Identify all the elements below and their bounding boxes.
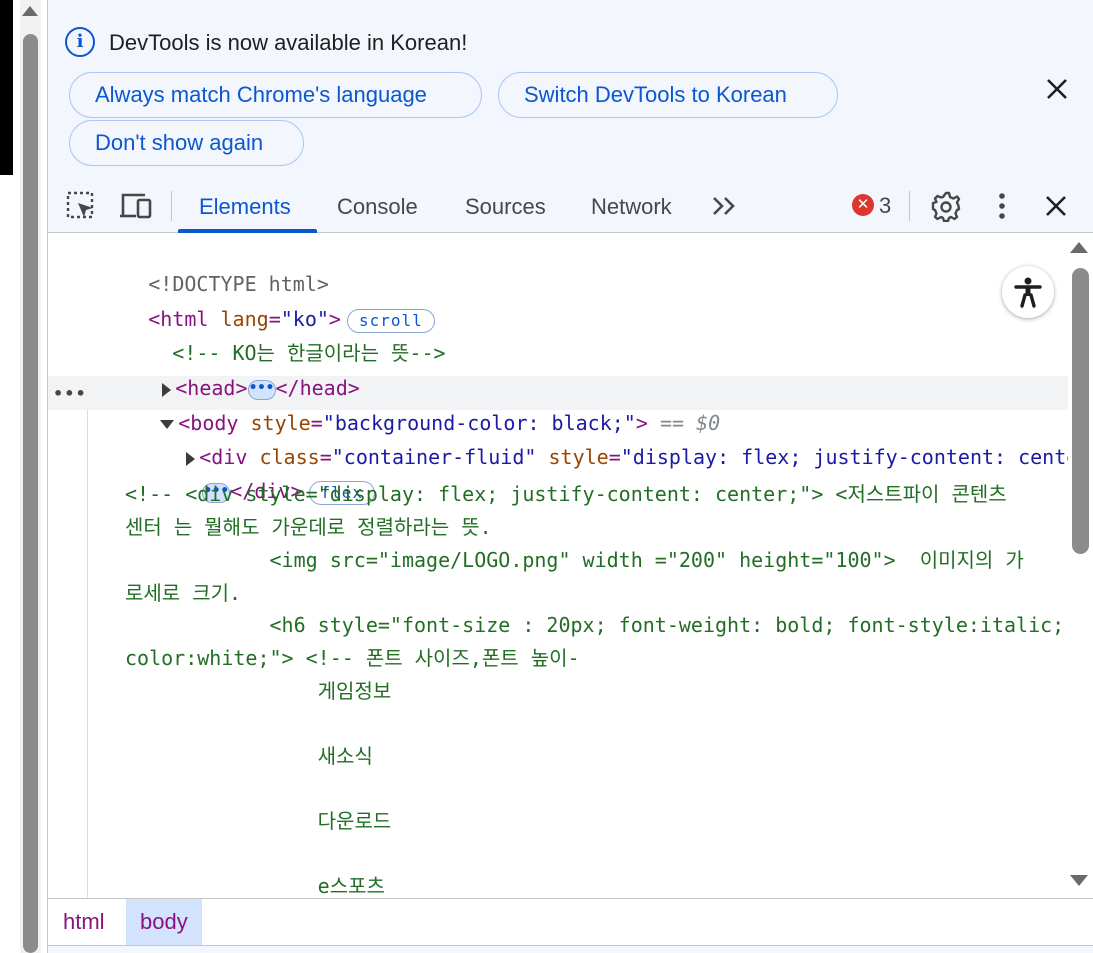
- page-scroll-thumb[interactable]: [23, 34, 38, 953]
- info-icon: i: [65, 27, 95, 57]
- comment-line[interactable]: <h6 style="font-size : 20px; font-weight…: [125, 610, 1064, 640]
- infobar-message: DevTools is now available in Korean!: [109, 30, 468, 55]
- gear-icon[interactable]: [930, 190, 962, 222]
- active-tab-indicator: [178, 229, 317, 233]
- body-node[interactable]: <body style="background-color: black;"> …: [88, 378, 720, 435]
- breadcrumb: html body: [48, 898, 1093, 946]
- tab-elements[interactable]: Elements: [199, 194, 291, 220]
- page-content-edge: [0, 0, 13, 175]
- error-count[interactable]: 3: [879, 193, 891, 219]
- page-viewport-edge: [0, 0, 47, 953]
- dont-show-again-button[interactable]: Don't show again: [69, 120, 304, 166]
- breadcrumb-body[interactable]: body: [126, 899, 202, 945]
- toolbar-separator: [171, 191, 172, 221]
- div-node-continued[interactable]: •••</div> flex: [130, 446, 376, 505]
- comment-line[interactable]: 다운로드: [125, 806, 392, 836]
- elements-tree[interactable]: ••• <!DOCTYPE html> <html lang="ko"> scro…: [48, 234, 1068, 898]
- comment-line[interactable]: <img src="image/LOGO.png" width ="200" h…: [125, 545, 1023, 575]
- comment-line[interactable]: 새소식: [125, 741, 373, 771]
- more-tabs-icon[interactable]: [712, 196, 738, 216]
- div-node[interactable]: <div class="container-fluid" style="disp…: [114, 412, 1068, 469]
- accessibility-tree-button[interactable]: [1002, 266, 1054, 318]
- kebab-menu-icon[interactable]: [992, 192, 1012, 220]
- comment-line[interactable]: 로세로 크기.: [125, 578, 241, 608]
- panel-bottom-edge: [48, 946, 1093, 953]
- close-icon[interactable]: [1044, 76, 1070, 102]
- tree-scroll-thumb[interactable]: [1072, 268, 1089, 554]
- error-icon[interactable]: ✕: [852, 194, 874, 216]
- page-scroll-up-icon[interactable]: [22, 6, 38, 16]
- tab-console[interactable]: Console: [337, 194, 418, 220]
- tab-sources[interactable]: Sources: [465, 194, 546, 220]
- doctype-node[interactable]: <!DOCTYPE html>: [76, 239, 329, 296]
- scroll-up-icon[interactable]: [1070, 242, 1088, 253]
- head-node[interactable]: <head>•••</head>: [90, 343, 360, 400]
- tree-indent-guide: [87, 410, 88, 898]
- html-node[interactable]: <html lang="ko"> scroll: [76, 274, 435, 333]
- node-actions-icon[interactable]: •••: [53, 384, 87, 403]
- always-match-language-button[interactable]: Always match Chrome's language: [69, 72, 482, 118]
- attr-name: style: [548, 445, 609, 469]
- language-infobar: i DevTools is now available in Korean! A…: [48, 0, 1093, 180]
- breadcrumb-html[interactable]: html: [49, 899, 119, 945]
- accessibility-icon: [1014, 277, 1042, 308]
- toolbar-separator: [909, 191, 910, 221]
- comment-line[interactable]: e스포츠: [125, 871, 385, 898]
- comment-line[interactable]: 게임정보: [125, 676, 392, 706]
- switch-to-korean-button[interactable]: Switch DevTools to Korean: [498, 72, 838, 118]
- scroll-down-icon[interactable]: [1070, 875, 1088, 886]
- attr-value: "display: flex; justify-content: center;…: [620, 445, 1068, 469]
- devtools-toolbar: Elements Console Sources Network ✕ 3: [48, 180, 1093, 233]
- comment-node[interactable]: <!-- KO는 한글이라는 뜻-->: [100, 308, 445, 365]
- tab-network[interactable]: Network: [591, 194, 672, 220]
- comment-line[interactable]: <!-- <div style="display: flex; justify-…: [125, 479, 1007, 509]
- device-toolbar-icon[interactable]: [119, 191, 153, 221]
- comment-line[interactable]: color:white;"> <!-- 폰트 사이즈,폰트 높이-: [125, 643, 580, 673]
- comment-line[interactable]: 센터 는 뭘해도 가운데로 정렬하라는 뜻.: [125, 512, 492, 542]
- close-devtools-icon[interactable]: [1044, 194, 1068, 218]
- tree-scrollbar[interactable]: [1068, 234, 1093, 898]
- inspect-element-icon[interactable]: [65, 190, 97, 222]
- devtools-panel: i DevTools is now available in Korean! A…: [47, 0, 1093, 953]
